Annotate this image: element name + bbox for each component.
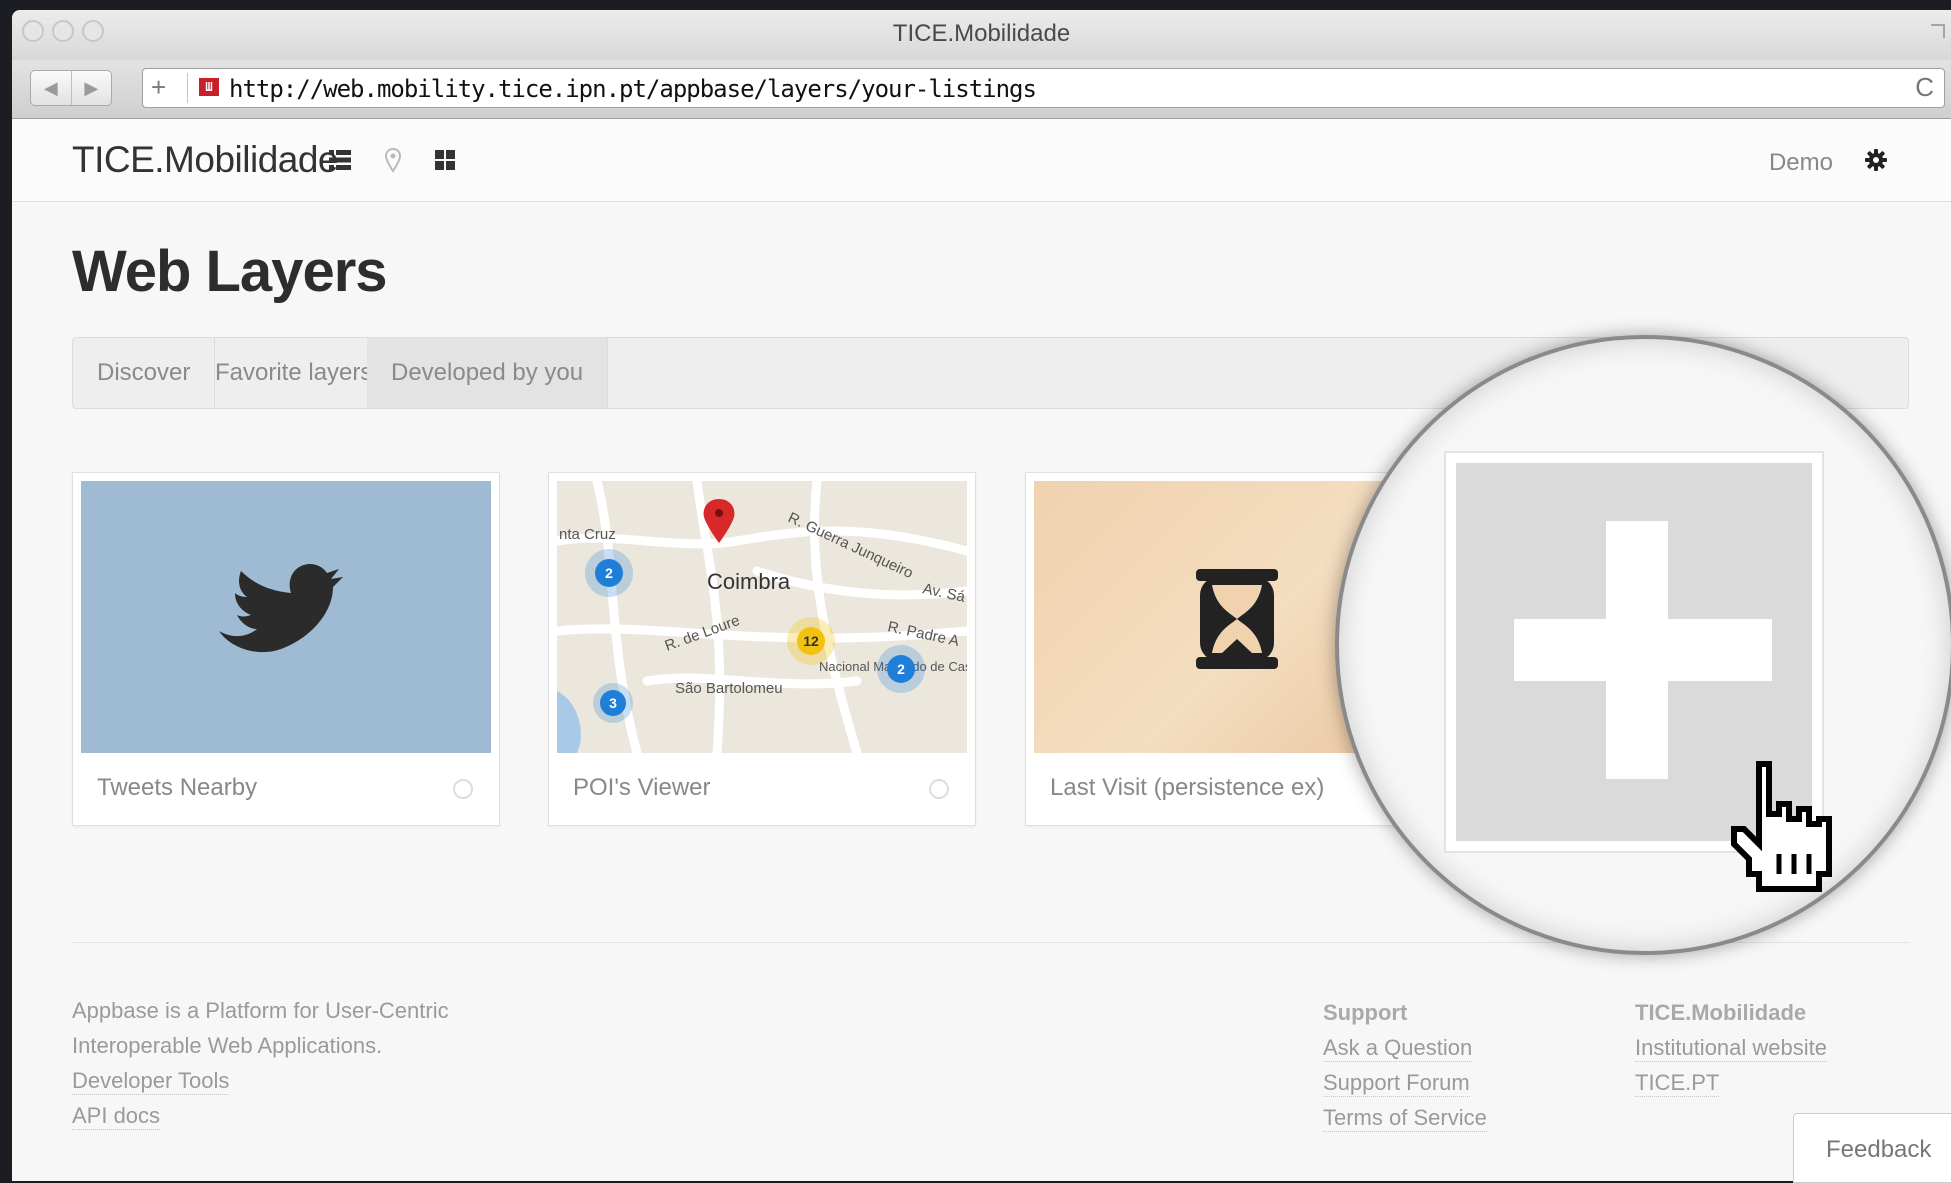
- twitter-bird-icon: [219, 564, 343, 653]
- tice-pt-link[interactable]: TICE.PT: [1635, 1070, 1720, 1097]
- svg-text:2: 2: [605, 565, 613, 581]
- institutional-website-link[interactable]: Institutional website: [1635, 1035, 1827, 1062]
- site-favicon-icon: Ш: [199, 78, 219, 96]
- back-button[interactable]: ◀: [31, 71, 72, 105]
- map-thumbnail[interactable]: nta Cruz Coimbra São Bartolomeu R. Guerr…: [557, 481, 967, 753]
- layer-card-pois-viewer[interactable]: nta Cruz Coimbra São Bartolomeu R. Guerr…: [548, 472, 976, 826]
- brand-logo[interactable]: TICE.Mobilidade: [72, 139, 339, 181]
- svg-text:3: 3: [609, 695, 617, 711]
- api-docs-link[interactable]: API docs: [72, 1103, 161, 1130]
- map-marker-icon[interactable]: [380, 147, 406, 173]
- developer-tools-link[interactable]: Developer Tools: [72, 1068, 230, 1095]
- feedback-label: Feedback: [1826, 1136, 1932, 1163]
- title-bar: TICE.Mobilidade: [12, 10, 1951, 61]
- hand-cursor-icon: [1731, 761, 1832, 892]
- card-title[interactable]: Tweets Nearby: [97, 774, 257, 802]
- support-forum-link[interactable]: Support Forum: [1323, 1070, 1470, 1097]
- info-icon[interactable]: [453, 779, 473, 799]
- browser-toolbar: ◀ ▶ + Ш http://web.mobility.tice.ipn.pt/…: [12, 60, 1951, 119]
- feedback-button[interactable]: Feedback: [1793, 1113, 1951, 1183]
- footer-about-text: Interoperable Web Applications.: [72, 1033, 383, 1058]
- page-title: Web Layers: [72, 239, 388, 304]
- svg-text:12: 12: [803, 633, 819, 649]
- address-bar[interactable]: + Ш http://web.mobility.tice.ipn.pt/appb…: [142, 68, 1945, 108]
- twitter-thumbnail[interactable]: [81, 481, 491, 753]
- footer-about-text: Appbase is a Platform for User-Centric: [72, 998, 449, 1023]
- fullscreen-icon[interactable]: [1931, 24, 1945, 38]
- map-city-label: Coimbra: [707, 569, 791, 594]
- app-header: TICE.Mobilidade Demo: [12, 119, 1951, 202]
- map-place-label: nta Cruz: [559, 526, 616, 543]
- support-heading: Support: [1323, 1000, 1408, 1025]
- tab-developed-by-you[interactable]: Developed by you: [367, 338, 609, 408]
- info-icon[interactable]: [929, 779, 949, 799]
- gear-icon[interactable]: [1863, 147, 1889, 173]
- map-district-label: São Bartolomeu: [675, 680, 783, 697]
- terms-link[interactable]: Terms of Service: [1323, 1105, 1487, 1132]
- grid-icon[interactable]: [432, 147, 458, 173]
- plus-icon-bar: [1514, 619, 1772, 681]
- layer-card-tweets-nearby[interactable]: Tweets Nearby: [72, 472, 500, 826]
- card-title[interactable]: Last Visit (persistence ex): [1050, 774, 1324, 802]
- address-divider: [187, 73, 188, 103]
- list-icon[interactable]: [327, 147, 353, 173]
- magnifier-lens: [1335, 335, 1951, 955]
- ask-question-link[interactable]: Ask a Question: [1323, 1035, 1473, 1062]
- window-title: TICE.Mobilidade: [892, 20, 1071, 47]
- svg-text:2: 2: [897, 661, 905, 677]
- map-illustration: nta Cruz Coimbra São Bartolomeu R. Guerr…: [557, 481, 967, 753]
- add-tab-button[interactable]: +: [151, 72, 166, 103]
- history-nav: ◀ ▶: [30, 70, 112, 106]
- brand-footer-heading: TICE.Mobilidade: [1635, 1000, 1807, 1025]
- forward-button[interactable]: ▶: [72, 71, 112, 105]
- user-menu[interactable]: Demo: [1769, 149, 1833, 177]
- url-text[interactable]: http://web.mobility.tice.ipn.pt/appbase/…: [229, 75, 1037, 103]
- reload-button[interactable]: C: [1915, 72, 1934, 103]
- card-title[interactable]: POI's Viewer: [573, 774, 711, 802]
